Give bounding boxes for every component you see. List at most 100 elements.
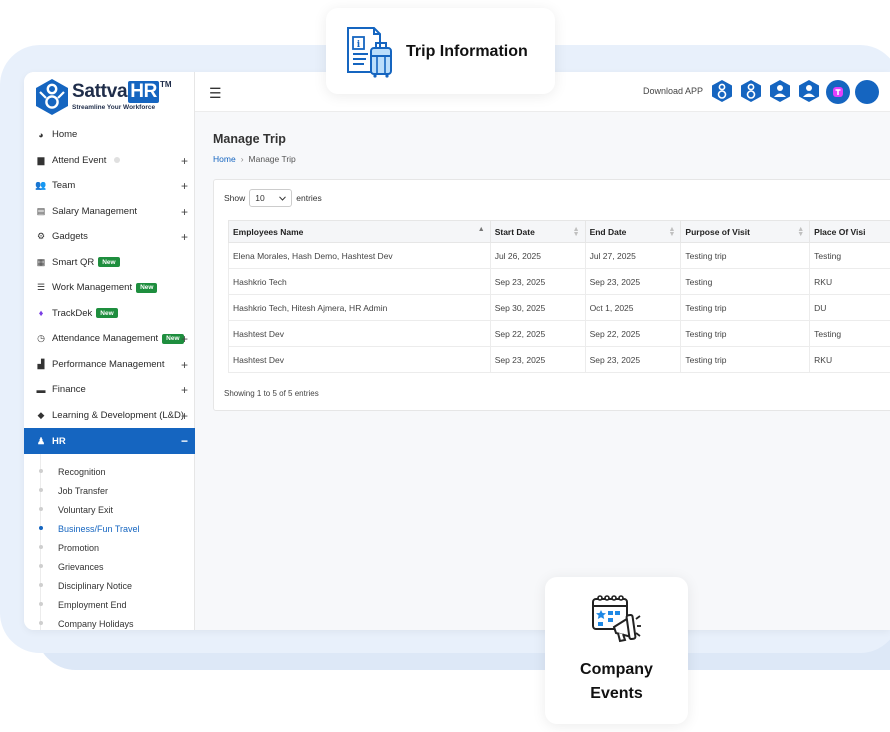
company-events-title-line2: Events	[590, 685, 643, 702]
sattva-logo-icon	[36, 79, 68, 115]
download-app-label: Download APP	[643, 86, 704, 96]
table-cell: Testing trip	[680, 242, 810, 269]
sidebar-item-performance-management[interactable]: ▟ Performance Management +	[24, 352, 195, 378]
trip-information-card: i Trip Information	[326, 8, 555, 94]
brand-tagline: Streamline Your Workforce	[72, 104, 156, 111]
submenu-item-recognition[interactable]: Recognition	[24, 462, 195, 481]
expand-icon[interactable]: +	[181, 383, 188, 397]
expand-icon[interactable]: +	[181, 205, 188, 219]
sidebar-item-label: HR	[52, 435, 66, 447]
submenu-item-business-fun-travel[interactable]: Business/Fun Travel	[24, 519, 195, 538]
sidebar-item-attend-event[interactable]: ▆ Attend Event +	[24, 148, 195, 174]
user-avatar[interactable]	[855, 80, 879, 104]
chevron-down-icon	[279, 195, 287, 201]
admin-app-icon[interactable]	[797, 79, 821, 103]
new-badge: New	[136, 282, 158, 293]
brand-hr-text: HR	[128, 81, 160, 103]
collapse-icon[interactable]: −	[181, 434, 188, 448]
user-app-icon[interactable]	[768, 79, 792, 103]
new-badge: New	[96, 308, 118, 319]
table-cell: Hashtest Dev	[228, 320, 491, 347]
table-cell: Sep 23, 2025	[489, 268, 586, 295]
table-cell: Testing	[809, 320, 890, 347]
submenu-item-job-transfer[interactable]: Job Transfer	[24, 481, 195, 500]
submenu-item-company-holidays[interactable]: Company Holidays	[24, 614, 195, 630]
breadcrumb-home-link[interactable]: Home	[213, 154, 236, 164]
entries-length-control: Show 10 entries	[224, 189, 322, 207]
stage: Sattva HR TM Streamline Your Workforce ◕ H…	[0, 0, 890, 732]
submenu-item-promotion[interactable]: Promotion	[24, 538, 195, 557]
expand-icon[interactable]: +	[181, 332, 188, 346]
column-header-end-date[interactable]: End Date ▲ ▼	[584, 220, 682, 243]
sidebar-item-trackdek[interactable]: ♦ TrackDek New	[24, 301, 195, 327]
trackdek-icon: ♦	[38, 308, 44, 319]
company-events-card: Company Events	[545, 577, 688, 724]
hr-submenu: Recognition Job Transfer Voluntary Exit Bus…	[24, 454, 195, 630]
sidebar-item-label: Home	[52, 129, 78, 141]
trip-document-luggage-icon: i	[347, 27, 392, 78]
sidebar-item-gadgets[interactable]: ⚙ Gadgets +	[24, 224, 195, 250]
sidebar-item-label: Gadgets	[52, 231, 88, 243]
document-icon: ▤	[36, 205, 46, 216]
table-cell: Sep 22, 2025	[584, 320, 681, 347]
play-store-icon[interactable]	[739, 79, 763, 103]
trip-information-title: Trip Information	[406, 43, 528, 60]
company-events-title-line1: Company	[580, 661, 653, 678]
submenu-item-voluntary-exit[interactable]: Voluntary Exit	[24, 500, 195, 519]
expand-icon[interactable]: +	[181, 179, 188, 193]
sidebar-item-hr[interactable]: ♟ HR −	[24, 428, 195, 454]
table-row[interactable]: Hashkrio Tech Sep 23, 2025 Sep 23, 2025 Tes…	[228, 268, 890, 295]
sort-icon: ▲ ▼	[668, 226, 676, 238]
column-header-start-date[interactable]: Start Date ▲ ▼	[489, 220, 586, 243]
app-store-icon[interactable]	[710, 79, 734, 103]
column-header-purpose[interactable]: Purpose of Visit ▲ ▼	[680, 220, 811, 243]
sidebar-item-salary-management[interactable]: ▤ Salary Management +	[24, 199, 195, 225]
sidebar: Sattva HR TM Streamline Your Workforce ◕ H…	[24, 72, 195, 630]
sidebar-item-label: Performance Management	[52, 358, 165, 370]
sidebar-item-finance[interactable]: ▬ Finance +	[24, 377, 195, 403]
table-row[interactable]: Hashkrio Tech, Hitesh Ajmera, HR Admin Se…	[228, 294, 890, 321]
brand-trademark: TM	[160, 80, 172, 89]
sort-icon: ▲ ▼	[572, 226, 580, 238]
table-cell: RKU	[809, 346, 890, 373]
table-row[interactable]: Elena Morales, Hash Demo, Hashtest Dev Ju…	[228, 242, 890, 269]
clock-icon: ◷	[37, 333, 45, 344]
column-header-label: Start Date	[494, 226, 535, 237]
sidebar-item-label: Work Management	[52, 282, 133, 294]
expand-icon[interactable]: +	[181, 409, 188, 423]
graduation-icon: ◆	[37, 409, 45, 420]
brand-name: Sattva HR	[72, 81, 160, 103]
new-badge: New	[98, 257, 120, 268]
sidebar-item-smart-qr[interactable]: ▦ Smart QR New	[24, 250, 195, 276]
expand-icon[interactable]: +	[181, 154, 188, 168]
trackdek-app-icon[interactable]	[826, 80, 850, 104]
table-cell: Oct 1, 2025	[584, 294, 681, 321]
column-header-place[interactable]: Place Of Visi	[809, 220, 890, 243]
trip-table: Employees Name ▲ Start Date ▲ ▼ End Date ▲ ▼ …	[228, 220, 890, 373]
table-cell: Sep 23, 2025	[584, 268, 681, 295]
table-row[interactable]: Hashtest Dev Sep 23, 2025 Sep 23, 2025 Test…	[228, 346, 890, 373]
sidebar-item-attendance-management[interactable]: ◷ Attendance Management New +	[24, 326, 195, 352]
submenu-item-grievances[interactable]: Grievances	[24, 557, 195, 576]
expand-icon[interactable]: +	[181, 358, 188, 372]
sidebar-item-work-management[interactable]: ☰ Work Management New	[24, 275, 195, 301]
sidebar-item-learning-development-l-d[interactable]: ◆ Learning & Development (L&D) +	[24, 403, 195, 429]
sidebar-item-team[interactable]: 👥 Team +	[24, 173, 195, 199]
submenu-item-employment-end[interactable]: Employment End	[24, 595, 195, 614]
column-header-label: Place Of Visi	[814, 226, 866, 237]
wallet-icon: ▬	[36, 384, 46, 395]
brand-logo[interactable]: Sattva HR TM Streamline Your Workforce	[34, 78, 184, 118]
table-cell: Elena Morales, Hash Demo, Hashtest Dev	[228, 242, 491, 269]
table-cell: Sep 23, 2025	[584, 346, 681, 373]
sort-icon: ▲ ▼	[797, 226, 805, 238]
table-row[interactable]: Hashtest Dev Sep 22, 2025 Sep 22, 2025 Test…	[228, 320, 890, 347]
submenu-item-disciplinary-notice[interactable]: Disciplinary Notice	[24, 576, 195, 595]
column-header-label: Purpose of Visit	[685, 226, 750, 237]
expand-icon[interactable]: +	[181, 230, 188, 244]
table-cell: Sep 23, 2025	[489, 346, 586, 373]
sidebar-item-home[interactable]: ◕ Home	[24, 122, 195, 148]
menu-toggle-icon[interactable]: ☰	[209, 85, 222, 102]
brand-name-text: Sattva	[72, 81, 128, 102]
column-header-employees[interactable]: Employees Name ▲	[228, 220, 491, 243]
entries-select[interactable]: 10	[249, 189, 293, 207]
